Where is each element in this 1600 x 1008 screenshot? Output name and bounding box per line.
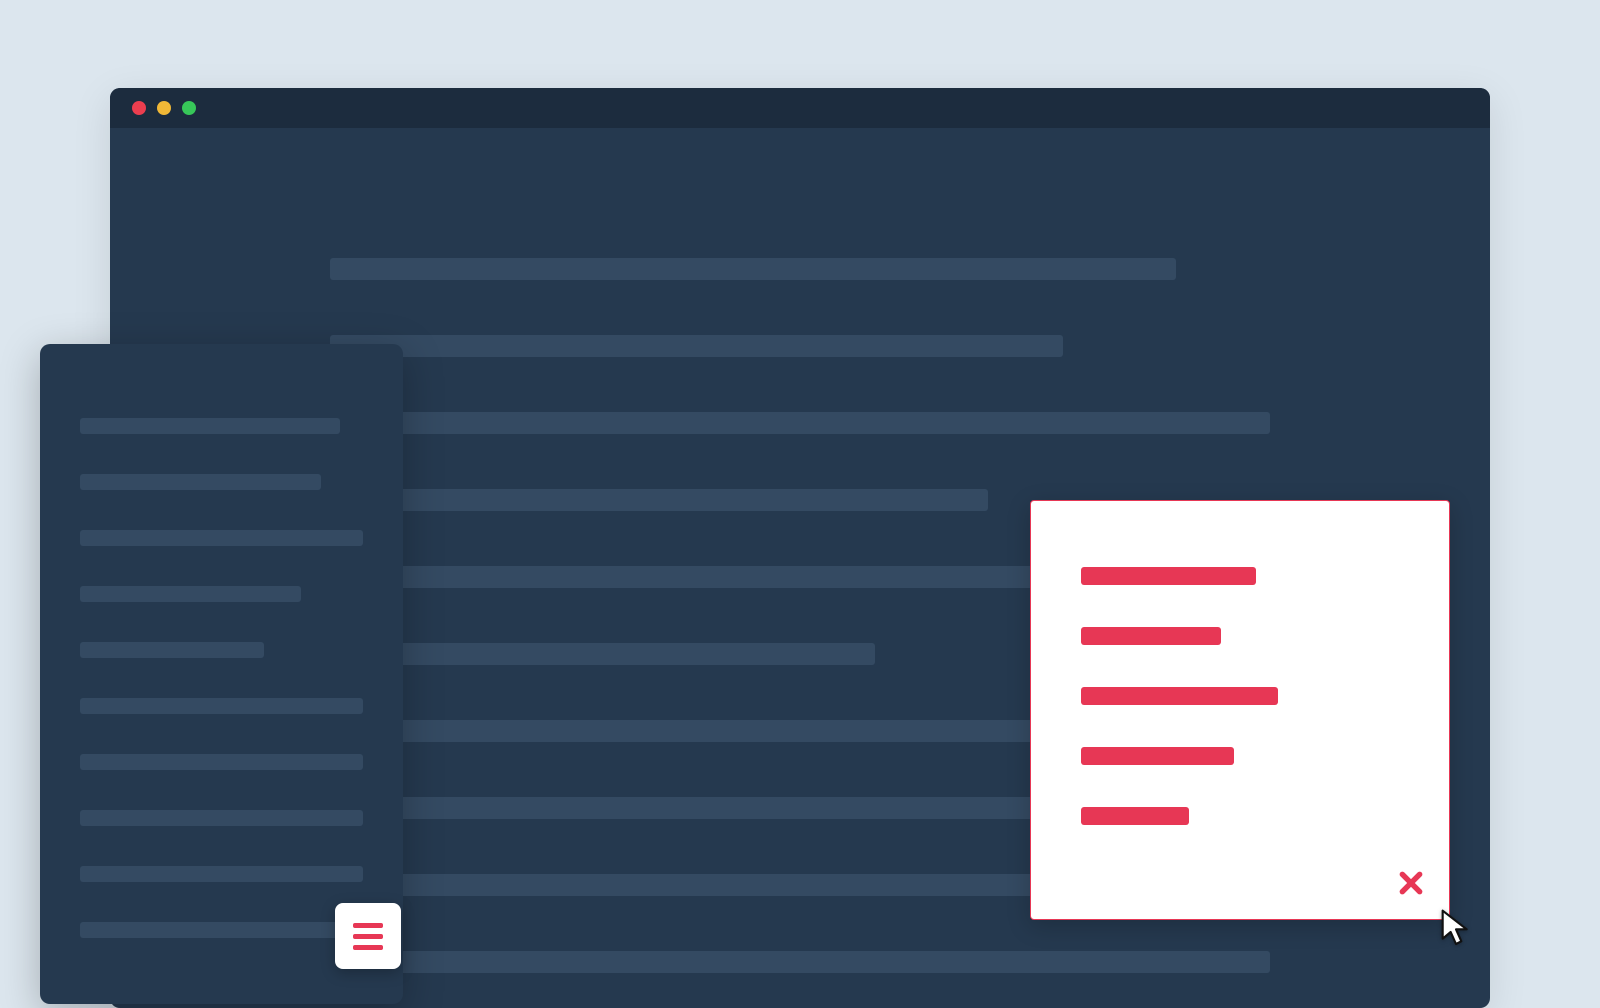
close-icon bbox=[1398, 870, 1424, 896]
left-panel bbox=[40, 344, 403, 1004]
traffic-light-close[interactable] bbox=[132, 101, 146, 115]
menu-toggle-button[interactable] bbox=[335, 903, 401, 969]
popup-item[interactable] bbox=[1081, 687, 1278, 705]
content-line bbox=[330, 951, 1270, 973]
side-content-line bbox=[80, 418, 340, 434]
side-content-line bbox=[80, 586, 301, 602]
side-content-line bbox=[80, 922, 363, 938]
popup-item[interactable] bbox=[1081, 807, 1189, 825]
traffic-light-minimize[interactable] bbox=[157, 101, 171, 115]
popup-menu bbox=[1030, 500, 1450, 920]
content-line bbox=[330, 643, 875, 665]
popup-item[interactable] bbox=[1081, 567, 1256, 585]
side-content-line bbox=[80, 642, 264, 658]
hamburger-icon bbox=[353, 923, 383, 950]
popup-close-button[interactable] bbox=[1393, 865, 1429, 901]
content-line bbox=[330, 489, 988, 511]
content-line bbox=[330, 335, 1063, 357]
popup-item[interactable] bbox=[1081, 747, 1234, 765]
side-content-line bbox=[80, 754, 363, 770]
content-line bbox=[330, 258, 1176, 280]
side-content-line bbox=[80, 474, 321, 490]
traffic-light-maximize[interactable] bbox=[182, 101, 196, 115]
side-content-line bbox=[80, 810, 363, 826]
content-line bbox=[330, 412, 1270, 434]
popup-item[interactable] bbox=[1081, 627, 1221, 645]
window-title-bar bbox=[110, 88, 1490, 128]
side-content-line bbox=[80, 866, 363, 882]
side-content-line bbox=[80, 530, 363, 546]
side-content-line bbox=[80, 698, 363, 714]
